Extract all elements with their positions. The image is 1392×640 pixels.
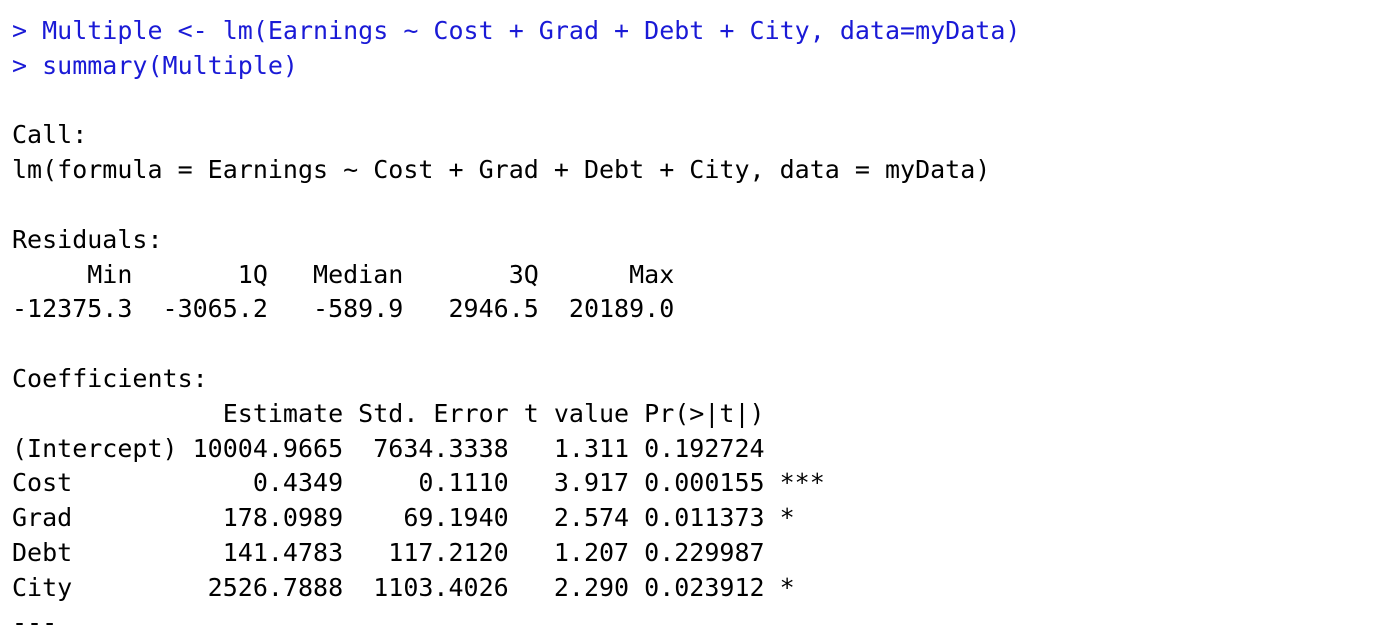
residuals-header: Residuals: bbox=[12, 224, 163, 254]
coefficients-header: Coefficients: bbox=[12, 363, 208, 393]
residuals-labels: Min 1Q Median 3Q Max bbox=[12, 259, 690, 289]
coefficient-row-city: City 2526.7888 1103.4026 2.290 0.023912 … bbox=[12, 572, 825, 602]
coefficient-row-debt: Debt 141.4783 117.2120 1.207 0.229987 bbox=[12, 537, 825, 567]
coefficient-row-intercept: (Intercept) 10004.9665 7634.3338 1.311 0… bbox=[12, 433, 825, 463]
console-command-summary: > summary(Multiple) bbox=[12, 50, 298, 80]
coefficients-column-headers: Estimate Std. Error t value Pr(>|t|) bbox=[12, 398, 825, 428]
residuals-values: -12375.3 -3065.2 -589.9 2946.5 20189.0 bbox=[12, 294, 690, 324]
coefficient-row-grad: Grad 178.0989 69.1940 2.574 0.011373 * bbox=[12, 503, 825, 533]
significance-separator: --- bbox=[12, 607, 58, 637]
r-console-output: > Multiple <- lm(Earnings ~ Cost + Grad … bbox=[12, 14, 1382, 640]
call-header: Call: bbox=[12, 120, 88, 150]
call-formula: lm(formula = Earnings ~ Cost + Grad + De… bbox=[12, 155, 991, 185]
console-command-lm: > Multiple <- lm(Earnings ~ Cost + Grad … bbox=[12, 16, 1021, 45]
coefficient-row-cost: Cost 0.4349 0.1110 3.917 0.000155 *** bbox=[12, 468, 825, 498]
